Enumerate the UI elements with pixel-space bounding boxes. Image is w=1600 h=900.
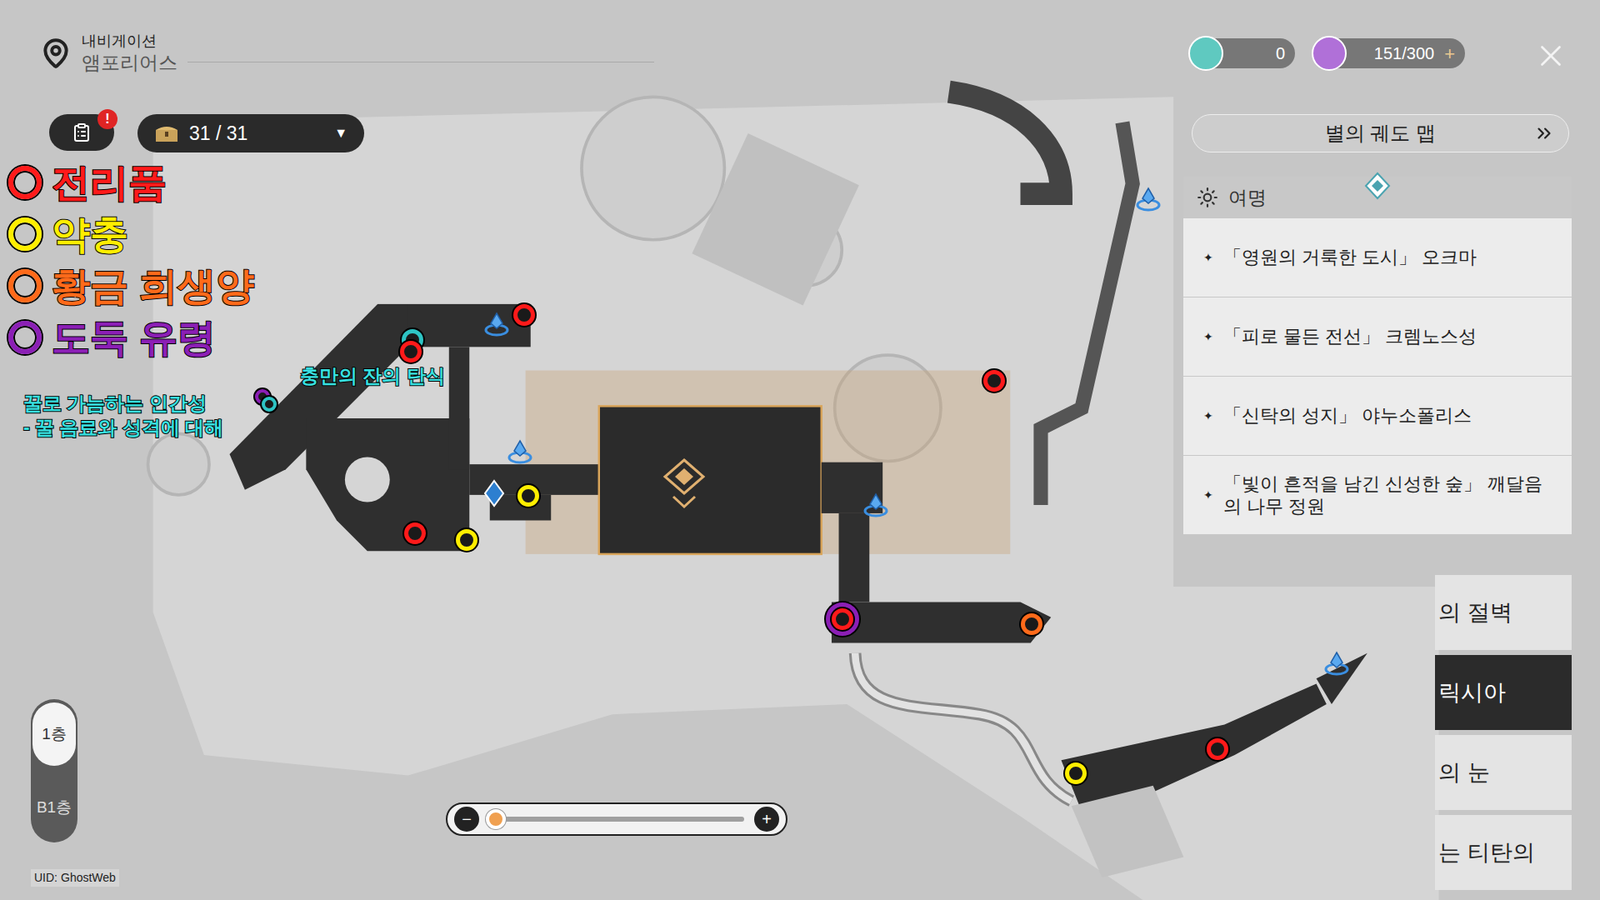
location-name: 앰포리어스 bbox=[81, 50, 178, 75]
region-panel: 여명✦「영원의 거룩한 도시」 오크마✦「피로 물든 전선」 크렘노스성✦「신탁… bbox=[1183, 176, 1572, 535]
legend-circle bbox=[8, 165, 42, 200]
clipboard-icon bbox=[71, 122, 92, 143]
chest-dropdown[interactable]: ▼ bbox=[334, 123, 348, 144]
annotation: 꿀로 가늠하는 인간성- 꿀 음료와 성격에 대해 bbox=[23, 391, 224, 440]
region-item[interactable]: ✦「신탁의 성지」 야누소폴리스 bbox=[1183, 376, 1572, 456]
currency-value: 0 bbox=[1275, 40, 1285, 66]
zoom-control: −+ bbox=[445, 802, 788, 836]
map-screen: 내비게이션앰포리어스! 31 / 31 ▼ 전리품약충황금 희생양도둑 유령충만의 잔… bbox=[0, 0, 1600, 900]
floor-button[interactable]: 1층 bbox=[32, 702, 76, 766]
currency-icon bbox=[1311, 35, 1347, 71]
header-line bbox=[187, 61, 655, 63]
teleport-icon[interactable] bbox=[1134, 185, 1163, 214]
puzzle-cube-icon[interactable] bbox=[660, 456, 709, 512]
chest-count: 31 / 31 bbox=[189, 119, 248, 149]
map-pin[interactable] bbox=[1065, 762, 1087, 785]
teleport-icon[interactable] bbox=[482, 310, 511, 339]
zoom-track[interactable] bbox=[489, 816, 745, 822]
currency-bar: 0 151/300 + bbox=[1191, 38, 1465, 69]
teleport-icon[interactable] bbox=[1322, 649, 1351, 678]
region-item[interactable]: ✦「피로 물든 전선」 크렘노스성 bbox=[1183, 297, 1572, 377]
world-item[interactable]: 릭시아 bbox=[1435, 655, 1572, 730]
region-item[interactable]: ✦「영원의 거룩한 도시」 오크마 bbox=[1183, 218, 1572, 298]
map-pin-icon bbox=[40, 37, 72, 70]
legend-item: 황금 희생양 bbox=[8, 266, 255, 305]
currency-pill: 151/300 + bbox=[1315, 38, 1465, 69]
legend-circle bbox=[8, 320, 42, 355]
uid-label: UID:GhostWeb bbox=[30, 869, 120, 887]
legend-label: 약충 bbox=[51, 215, 129, 254]
chest-icon bbox=[154, 123, 180, 144]
legend: 전리품약충황금 희생양도둑 유령 bbox=[8, 163, 255, 357]
quest-button[interactable]: ! bbox=[49, 114, 115, 151]
map-pin[interactable] bbox=[455, 529, 478, 551]
zoom-knob[interactable] bbox=[485, 809, 506, 830]
currency-value: 151/300 bbox=[1374, 40, 1435, 66]
zoom-in-button[interactable]: + bbox=[754, 806, 780, 832]
star-rail-map-button[interactable]: 별의 궤도 맵 bbox=[1191, 114, 1570, 153]
legend-circle bbox=[8, 217, 42, 251]
currency-pill: 0 bbox=[1191, 38, 1295, 69]
legend-item: 도둑 유령 bbox=[8, 318, 255, 357]
floor-selector: 1층B1층 bbox=[30, 699, 78, 843]
legend-label: 전리품 bbox=[51, 163, 167, 202]
legend-circle bbox=[8, 269, 42, 303]
diamond-marker-icon bbox=[1363, 171, 1392, 200]
quest-badge: ! bbox=[97, 109, 118, 130]
legend-item: 약충 bbox=[8, 215, 255, 254]
map-pin[interactable] bbox=[1206, 738, 1229, 760]
close-icon[interactable] bbox=[1533, 38, 1569, 74]
navigation-header: 내비게이션앰포리어스 bbox=[40, 31, 655, 75]
teleport-icon[interactable] bbox=[505, 437, 535, 466]
teleport-icon[interactable] bbox=[861, 490, 890, 520]
region-item[interactable]: ✦「빛이 흔적을 남긴 신성한 숲」 깨달음의 나무 정원 bbox=[1183, 455, 1572, 535]
chest-counter[interactable]: 31 / 31 ▼ bbox=[137, 114, 365, 153]
world-item[interactable]: 는 티탄의 bbox=[1435, 815, 1572, 890]
legend-label: 황금 희생양 bbox=[51, 266, 255, 305]
currency-icon bbox=[1188, 35, 1224, 71]
zoom-out-button[interactable]: − bbox=[454, 806, 480, 832]
legend-item: 전리품 bbox=[8, 163, 255, 202]
floor-button[interactable]: B1층 bbox=[32, 775, 76, 840]
sun-icon bbox=[1196, 186, 1219, 209]
annotation: 충만의 잔의 탄식 bbox=[300, 364, 445, 389]
chevrons-right-icon bbox=[1533, 122, 1555, 145]
legend-label: 도둑 유령 bbox=[51, 318, 216, 357]
region-header: 여명 bbox=[1183, 176, 1572, 219]
world-item[interactable]: 의 절벽 bbox=[1435, 575, 1572, 650]
waypoint-icon[interactable] bbox=[480, 479, 509, 508]
map-pin[interactable] bbox=[983, 370, 1005, 392]
header-title: 내비게이션 bbox=[81, 31, 655, 51]
world-list: 의 절벽릭시아의 눈는 티탄의 bbox=[1435, 575, 1572, 890]
currency-add[interactable]: + bbox=[1444, 40, 1455, 68]
world-item[interactable]: 의 눈 bbox=[1435, 735, 1572, 810]
